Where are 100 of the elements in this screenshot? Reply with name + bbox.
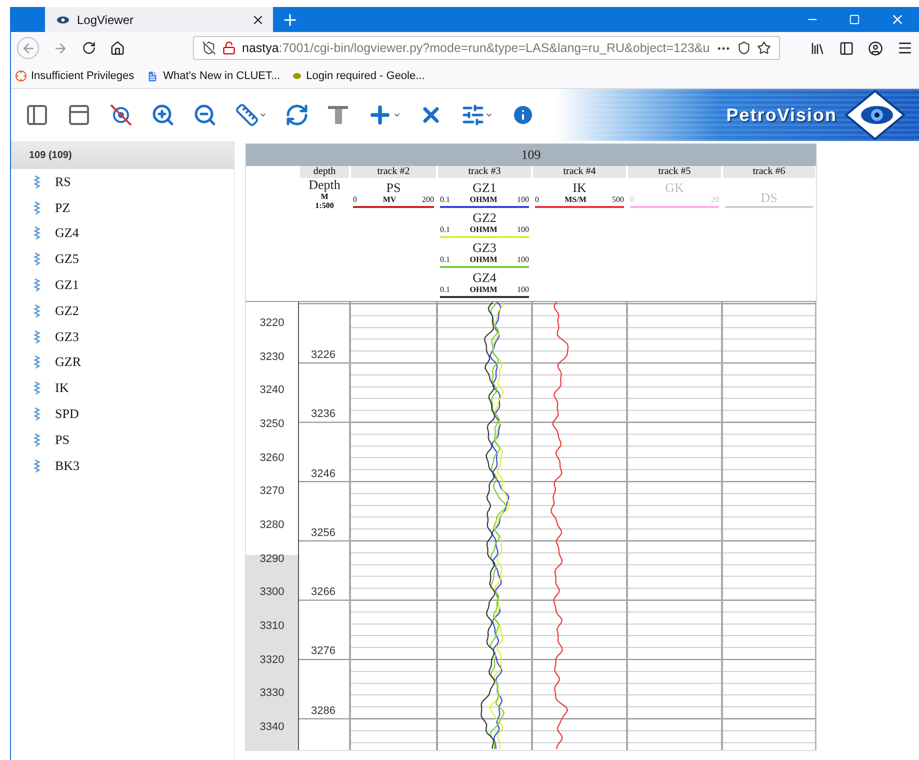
range-min: 0 bbox=[353, 195, 357, 205]
ruler-icon[interactable] bbox=[235, 103, 267, 127]
squiggle-icon bbox=[33, 330, 41, 344]
zoom-out-icon[interactable] bbox=[193, 103, 217, 127]
dot-icon bbox=[292, 72, 302, 80]
depth-label: 3260 bbox=[258, 450, 286, 466]
zoom-in-icon[interactable] bbox=[151, 103, 175, 127]
bookmark-link[interactable]: What's New in CLUET... bbox=[146, 70, 280, 82]
column-label: track #2 bbox=[351, 166, 436, 178]
bookmark-star-icon[interactable] bbox=[756, 41, 771, 55]
curve-name: SPD bbox=[55, 406, 79, 422]
depth-label: 3330 bbox=[258, 686, 286, 702]
bookmark-link[interactable]: Login required - Geole... bbox=[292, 70, 425, 82]
logo-text: PetroVision bbox=[726, 104, 837, 126]
curve-list-item[interactable]: PS bbox=[11, 426, 234, 453]
range-min: 0 bbox=[535, 195, 539, 205]
depth-label: 3290 bbox=[258, 552, 286, 567]
home-icon[interactable] bbox=[110, 40, 125, 56]
account-icon[interactable] bbox=[868, 40, 883, 56]
browser-tab[interactable]: LogViewer bbox=[45, 7, 273, 32]
squiggle-icon bbox=[33, 200, 41, 215]
sidebar-header: 109 (109) bbox=[11, 141, 234, 169]
curve-list-item[interactable]: RS bbox=[11, 169, 234, 195]
curve-list-item[interactable]: IK bbox=[11, 375, 234, 402]
curve-unit: MS/M bbox=[564, 195, 586, 205]
library-icon[interactable] bbox=[810, 40, 825, 56]
address-bar[interactable]: nastya:7001/cgi-bin/logviewer.py?mode=run&type=LAS&lang=ru_RU&object=123&u bbox=[193, 36, 780, 60]
depth-label: 3246 bbox=[310, 468, 336, 482]
depth-unit: M bbox=[320, 192, 328, 201]
back-icon[interactable] bbox=[17, 37, 39, 59]
curve-title: DS bbox=[760, 191, 778, 205]
menu-icon[interactable] bbox=[897, 40, 913, 56]
crossed-target-icon[interactable] bbox=[109, 103, 133, 127]
column-label: track #3 bbox=[438, 166, 531, 178]
panel-title: 109 bbox=[246, 144, 816, 166]
curve-name: PS bbox=[55, 432, 70, 448]
curve-title: IK bbox=[572, 181, 588, 195]
curve-list-item[interactable]: GZ2 bbox=[11, 298, 234, 324]
depth-label: 3256 bbox=[310, 526, 336, 541]
depth-label: 3286 bbox=[310, 704, 336, 719]
squiggle-icon bbox=[33, 432, 41, 447]
bookmark-link[interactable]: Insufficient Privileges bbox=[15, 70, 134, 82]
range-min: 0.1 bbox=[440, 285, 450, 295]
curve-title: GZ1 bbox=[472, 181, 498, 195]
curve-name: PZ bbox=[55, 200, 70, 216]
curve-list-item[interactable]: PZ bbox=[11, 194, 234, 221]
curve-title: GZ3 bbox=[472, 241, 498, 255]
curve-name: BK3 bbox=[55, 458, 80, 474]
depth-label: 3230 bbox=[258, 350, 286, 365]
maximize-icon[interactable] bbox=[849, 14, 860, 25]
column-label: track #6 bbox=[723, 166, 815, 178]
sidebar-icon[interactable] bbox=[839, 40, 854, 56]
depth-label: 3310 bbox=[258, 619, 286, 634]
curve-name: GZ2 bbox=[55, 302, 79, 319]
reload-icon[interactable] bbox=[82, 41, 96, 55]
depth-label: 3266 bbox=[310, 586, 336, 600]
curve-unit: OHMM bbox=[470, 195, 498, 205]
curve-list-item[interactable]: GZ3 bbox=[11, 324, 234, 350]
refresh-icon[interactable] bbox=[285, 103, 309, 127]
curve-list-item[interactable]: GZ5 bbox=[11, 246, 234, 272]
close-icon[interactable] bbox=[890, 12, 905, 27]
curve-list-item[interactable]: SPD bbox=[11, 401, 234, 427]
curve-list-item[interactable]: BK3 bbox=[11, 452, 234, 479]
column-label: track #5 bbox=[628, 166, 721, 178]
depth-label: 3320 bbox=[258, 652, 286, 668]
curve-unit: MV bbox=[382, 195, 396, 205]
document-icon bbox=[146, 70, 160, 82]
align-top-icon[interactable] bbox=[327, 104, 349, 126]
depth-label: 3340 bbox=[258, 720, 286, 736]
left-panel-icon[interactable] bbox=[25, 103, 49, 127]
curve-title: GK bbox=[664, 181, 685, 195]
squiggle-icon bbox=[33, 407, 41, 422]
curve-name: GZ4 bbox=[55, 225, 79, 242]
depth-title: Depth bbox=[308, 178, 340, 192]
curve-unit: OHMM bbox=[470, 225, 498, 235]
eye-icon bbox=[57, 16, 69, 24]
tab-title: LogViewer bbox=[77, 12, 134, 26]
url-text: nastya:7001/cgi-bin/logviewer.py?mode=run&type=LAS&lang=ru_RU&object=123&u bbox=[242, 41, 710, 55]
depth-label: 3250 bbox=[258, 416, 286, 432]
curve-list-item[interactable]: GZR bbox=[11, 350, 234, 376]
depth-label: 3236 bbox=[310, 408, 336, 422]
top-panel-icon[interactable] bbox=[67, 103, 91, 127]
squiggle-icon bbox=[33, 252, 41, 266]
range-min: 0.1 bbox=[440, 225, 450, 235]
depth-scale-ratio: 1:500 bbox=[315, 201, 334, 210]
squiggle-icon bbox=[33, 355, 41, 370]
curve-title: GZ2 bbox=[472, 211, 498, 225]
range-max: 500 bbox=[612, 195, 624, 205]
range-max: 200 bbox=[422, 195, 434, 205]
squiggle-icon bbox=[33, 278, 41, 292]
range-max: 100 bbox=[516, 255, 529, 265]
squiggle-icon bbox=[33, 226, 41, 240]
sliders-icon[interactable] bbox=[461, 103, 493, 127]
forward-icon[interactable] bbox=[53, 40, 68, 56]
curve-name: GZ5 bbox=[55, 251, 79, 268]
info-icon[interactable] bbox=[511, 103, 535, 127]
curve-list-item[interactable]: GZ4 bbox=[11, 220, 234, 246]
curve-list-item[interactable]: GZ1 bbox=[11, 272, 234, 298]
curve-name: GZR bbox=[55, 354, 81, 370]
curve-name: GZ1 bbox=[55, 277, 79, 294]
